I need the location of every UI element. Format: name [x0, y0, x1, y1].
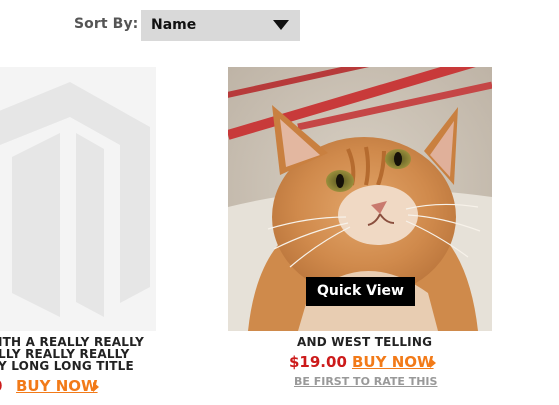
product-price: $19.00 — [289, 353, 347, 371]
product-title[interactable]: AND WEST TELLING — [297, 335, 432, 349]
arrow-right-icon — [93, 382, 99, 392]
sort-by-selected-value: Name — [151, 17, 197, 33]
placeholder-logo-icon — [0, 67, 156, 331]
product-price: 0 — [0, 377, 2, 395]
quick-view-button[interactable]: Quick View — [306, 277, 415, 306]
product-title-line[interactable]: Y LONG LONG TITLE — [0, 359, 134, 373]
arrow-right-icon — [430, 358, 436, 368]
chevron-down-icon — [273, 20, 289, 30]
product-image-placeholder[interactable] — [0, 67, 156, 331]
sort-by-label: Sort By: — [74, 16, 139, 32]
rate-product-link[interactable]: BE FIRST TO RATE THIS — [294, 375, 437, 388]
buy-now-link[interactable]: BUY NOW — [16, 377, 98, 395]
buy-now-link[interactable]: BUY NOW — [352, 353, 434, 371]
sort-by-select[interactable]: Name — [141, 10, 300, 41]
